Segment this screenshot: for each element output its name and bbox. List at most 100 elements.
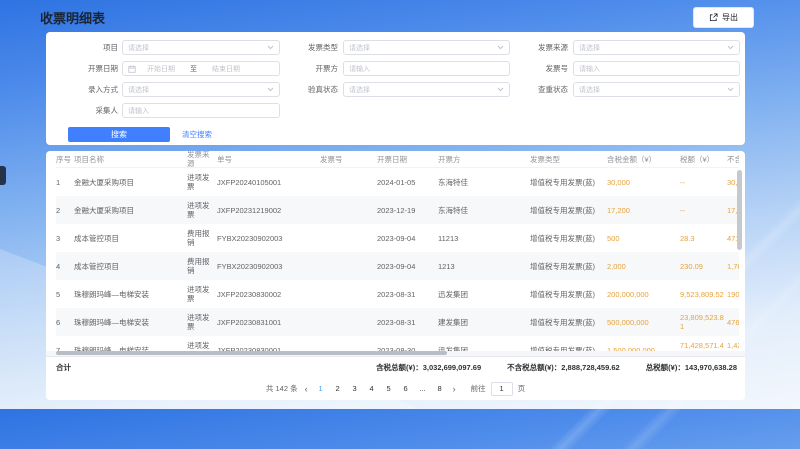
column-header: 单号 — [217, 155, 320, 164]
table-cell: 190,476,190.48 — [727, 285, 739, 304]
table-cell: -- — [680, 173, 727, 192]
table-cell: 金融大厦采购项目 — [74, 173, 187, 192]
column-header: 项目名称 — [74, 155, 187, 164]
table-cell: 230.09 — [680, 257, 727, 276]
text-input-field[interactable]: 请输入 — [122, 103, 280, 118]
pagination-page[interactable]: 1 — [315, 382, 327, 395]
field-label: 录入方式 — [56, 84, 118, 95]
select-field[interactable]: 请选择 — [122, 82, 280, 97]
page-title: 收票明细表 — [40, 8, 105, 27]
summary-total-label: 总税额(¥)： — [646, 363, 685, 372]
date-separator: 至 — [190, 64, 197, 74]
pagination-goto-input[interactable] — [491, 382, 513, 396]
table-cell: 费用报销 — [187, 224, 217, 252]
input-placeholder: 请输入 — [579, 64, 734, 74]
export-button[interactable]: 导出 — [693, 7, 754, 28]
table-cell: 3 — [56, 229, 74, 248]
table-row[interactable]: 5珠穆朗玛峰—电梯安装进项发票JXFP202308300022023-08-31… — [56, 280, 739, 308]
table-cell: 增值税专用发票(蓝) — [530, 341, 607, 352]
select-field[interactable]: 请选择 — [343, 40, 510, 55]
pagination-page[interactable]: 6 — [400, 382, 412, 395]
table-cell: 迅发集团 — [438, 341, 530, 352]
table-cell: 500 — [607, 229, 680, 248]
horizontal-scrollbar-track — [46, 351, 745, 356]
text-input-field[interactable]: 请输入 — [573, 61, 740, 76]
table-cell: 东海特佳 — [438, 173, 530, 192]
table-row[interactable]: 1金融大厦采购项目进项发票JXFP202401050012024-01-05东海… — [56, 168, 739, 196]
table-cell: 成本管控项目 — [74, 229, 187, 248]
table-cell — [320, 261, 377, 271]
select-field[interactable]: 请选择 — [573, 40, 740, 55]
table-cell: 11213 — [438, 229, 530, 248]
column-header: 开票方 — [438, 155, 530, 164]
pagination-prev-icon[interactable]: ‹ — [303, 384, 310, 394]
chevron-down-icon — [727, 87, 734, 92]
table-cell: 进项发票 — [187, 308, 217, 336]
table-row[interactable]: 2金融大厦采购项目进项发票JXFP202312190022023-12-19东海… — [56, 196, 739, 224]
filter-row: 录入方式请选择验真状态请选择查重状态请选择 — [46, 79, 745, 100]
vertical-scrollbar-thumb[interactable] — [737, 170, 742, 250]
table-cell — [320, 205, 377, 215]
table-cell: 17,200 — [607, 201, 680, 220]
select-field[interactable]: 请选择 — [122, 40, 280, 55]
table-cell: 71,428,571.43 — [680, 336, 727, 351]
select-field[interactable]: 请选择 — [573, 82, 740, 97]
filter-actions: 搜索 清空搜索 — [46, 127, 745, 142]
table-cell: 30,000 — [607, 173, 680, 192]
table-row[interactable]: 7珠穆朗玛峰—电梯安装进项发票JXFP202308300012023-08-30… — [56, 336, 739, 351]
text-input-field[interactable]: 请输入 — [343, 61, 510, 76]
pagination-page[interactable]: 3 — [349, 382, 361, 395]
table-cell: 476,190,476.19 — [727, 313, 739, 332]
pagination-page[interactable]: 5 — [383, 382, 395, 395]
summary-total: 不含税总额(¥)：2,888,728,459.62 — [507, 362, 620, 373]
summary-total-label: 含税总额(¥)： — [376, 363, 423, 372]
table-cell: 6 — [56, 313, 74, 332]
table-cell: JXFP20231219002 — [217, 201, 320, 220]
input-placeholder: 请输入 — [128, 106, 274, 116]
table-row[interactable]: 4成本管控项目费用报销FYBX202309020032023-09-041213… — [56, 252, 739, 280]
table-cell: 28.3 — [680, 229, 727, 248]
export-label: 导出 — [722, 12, 738, 23]
table-cell: FYBX20230902003 — [217, 229, 320, 248]
clear-search-link[interactable]: 清空搜索 — [182, 129, 212, 140]
pagination-goto-label: 前往 — [471, 383, 486, 394]
table-cell: 迅发集团 — [438, 285, 530, 304]
table-cell: 增值税专用发票(蓝) — [530, 285, 607, 304]
table-cell: 2,000 — [607, 257, 680, 276]
table-cell: 费用报销 — [187, 252, 217, 280]
column-header: 发票号 — [320, 155, 377, 164]
pagination-page[interactable]: 4 — [366, 382, 378, 395]
export-icon — [709, 13, 718, 22]
table-cell: 增值税专用发票(蓝) — [530, 173, 607, 192]
search-button[interactable]: 搜索 — [68, 127, 170, 142]
column-header: 发票类型 — [530, 155, 607, 164]
table-cell: JXFP20230830002 — [217, 285, 320, 304]
field-label: 开票日期 — [56, 63, 118, 74]
column-header: 开票日期 — [377, 155, 438, 164]
table-cell: 9,523,809.52 — [680, 285, 727, 304]
table-cell: 1,769.91 — [727, 257, 739, 276]
field-label: 采集人 — [56, 105, 118, 116]
pagination-next-icon[interactable]: › — [451, 384, 458, 394]
table-cell: 增值税专用发票(蓝) — [530, 257, 607, 276]
pagination-page[interactable]: 2 — [332, 382, 344, 395]
pagination-page[interactable]: 8 — [434, 382, 446, 395]
drawer-handle[interactable] — [0, 166, 6, 185]
pagination-more[interactable]: ... — [417, 382, 429, 395]
table-cell: 2023-08-31 — [377, 285, 438, 304]
table-cell: JXFP20240105001 — [217, 173, 320, 192]
horizontal-scrollbar-thumb[interactable] — [56, 351, 447, 355]
chevron-down-icon — [267, 45, 274, 50]
table-row[interactable]: 6珠穆朗玛峰—电梯安装进项发票JXFP202308310012023-08-31… — [56, 308, 739, 336]
select-field[interactable]: 请选择 — [343, 82, 510, 97]
table-cell: 2 — [56, 201, 74, 220]
field-label: 验真状态 — [288, 84, 338, 95]
summary-total-value: 3,032,699,097.69 — [423, 363, 481, 372]
table-cell: JXFP20230831001 — [217, 313, 320, 332]
table-cell: 4 — [56, 257, 74, 276]
summary-row: 合计 含税总额(¥)：3,032,699,097.69不含税总额(¥)：2,88… — [46, 356, 745, 377]
date-range-field[interactable]: 开始日期至结束日期 — [122, 61, 280, 76]
table-row[interactable]: 3成本管控项目费用报销FYBX202309020032023-09-041121… — [56, 224, 739, 252]
table-cell: 7 — [56, 341, 74, 352]
pagination-total: 共 142 条 — [266, 383, 298, 394]
